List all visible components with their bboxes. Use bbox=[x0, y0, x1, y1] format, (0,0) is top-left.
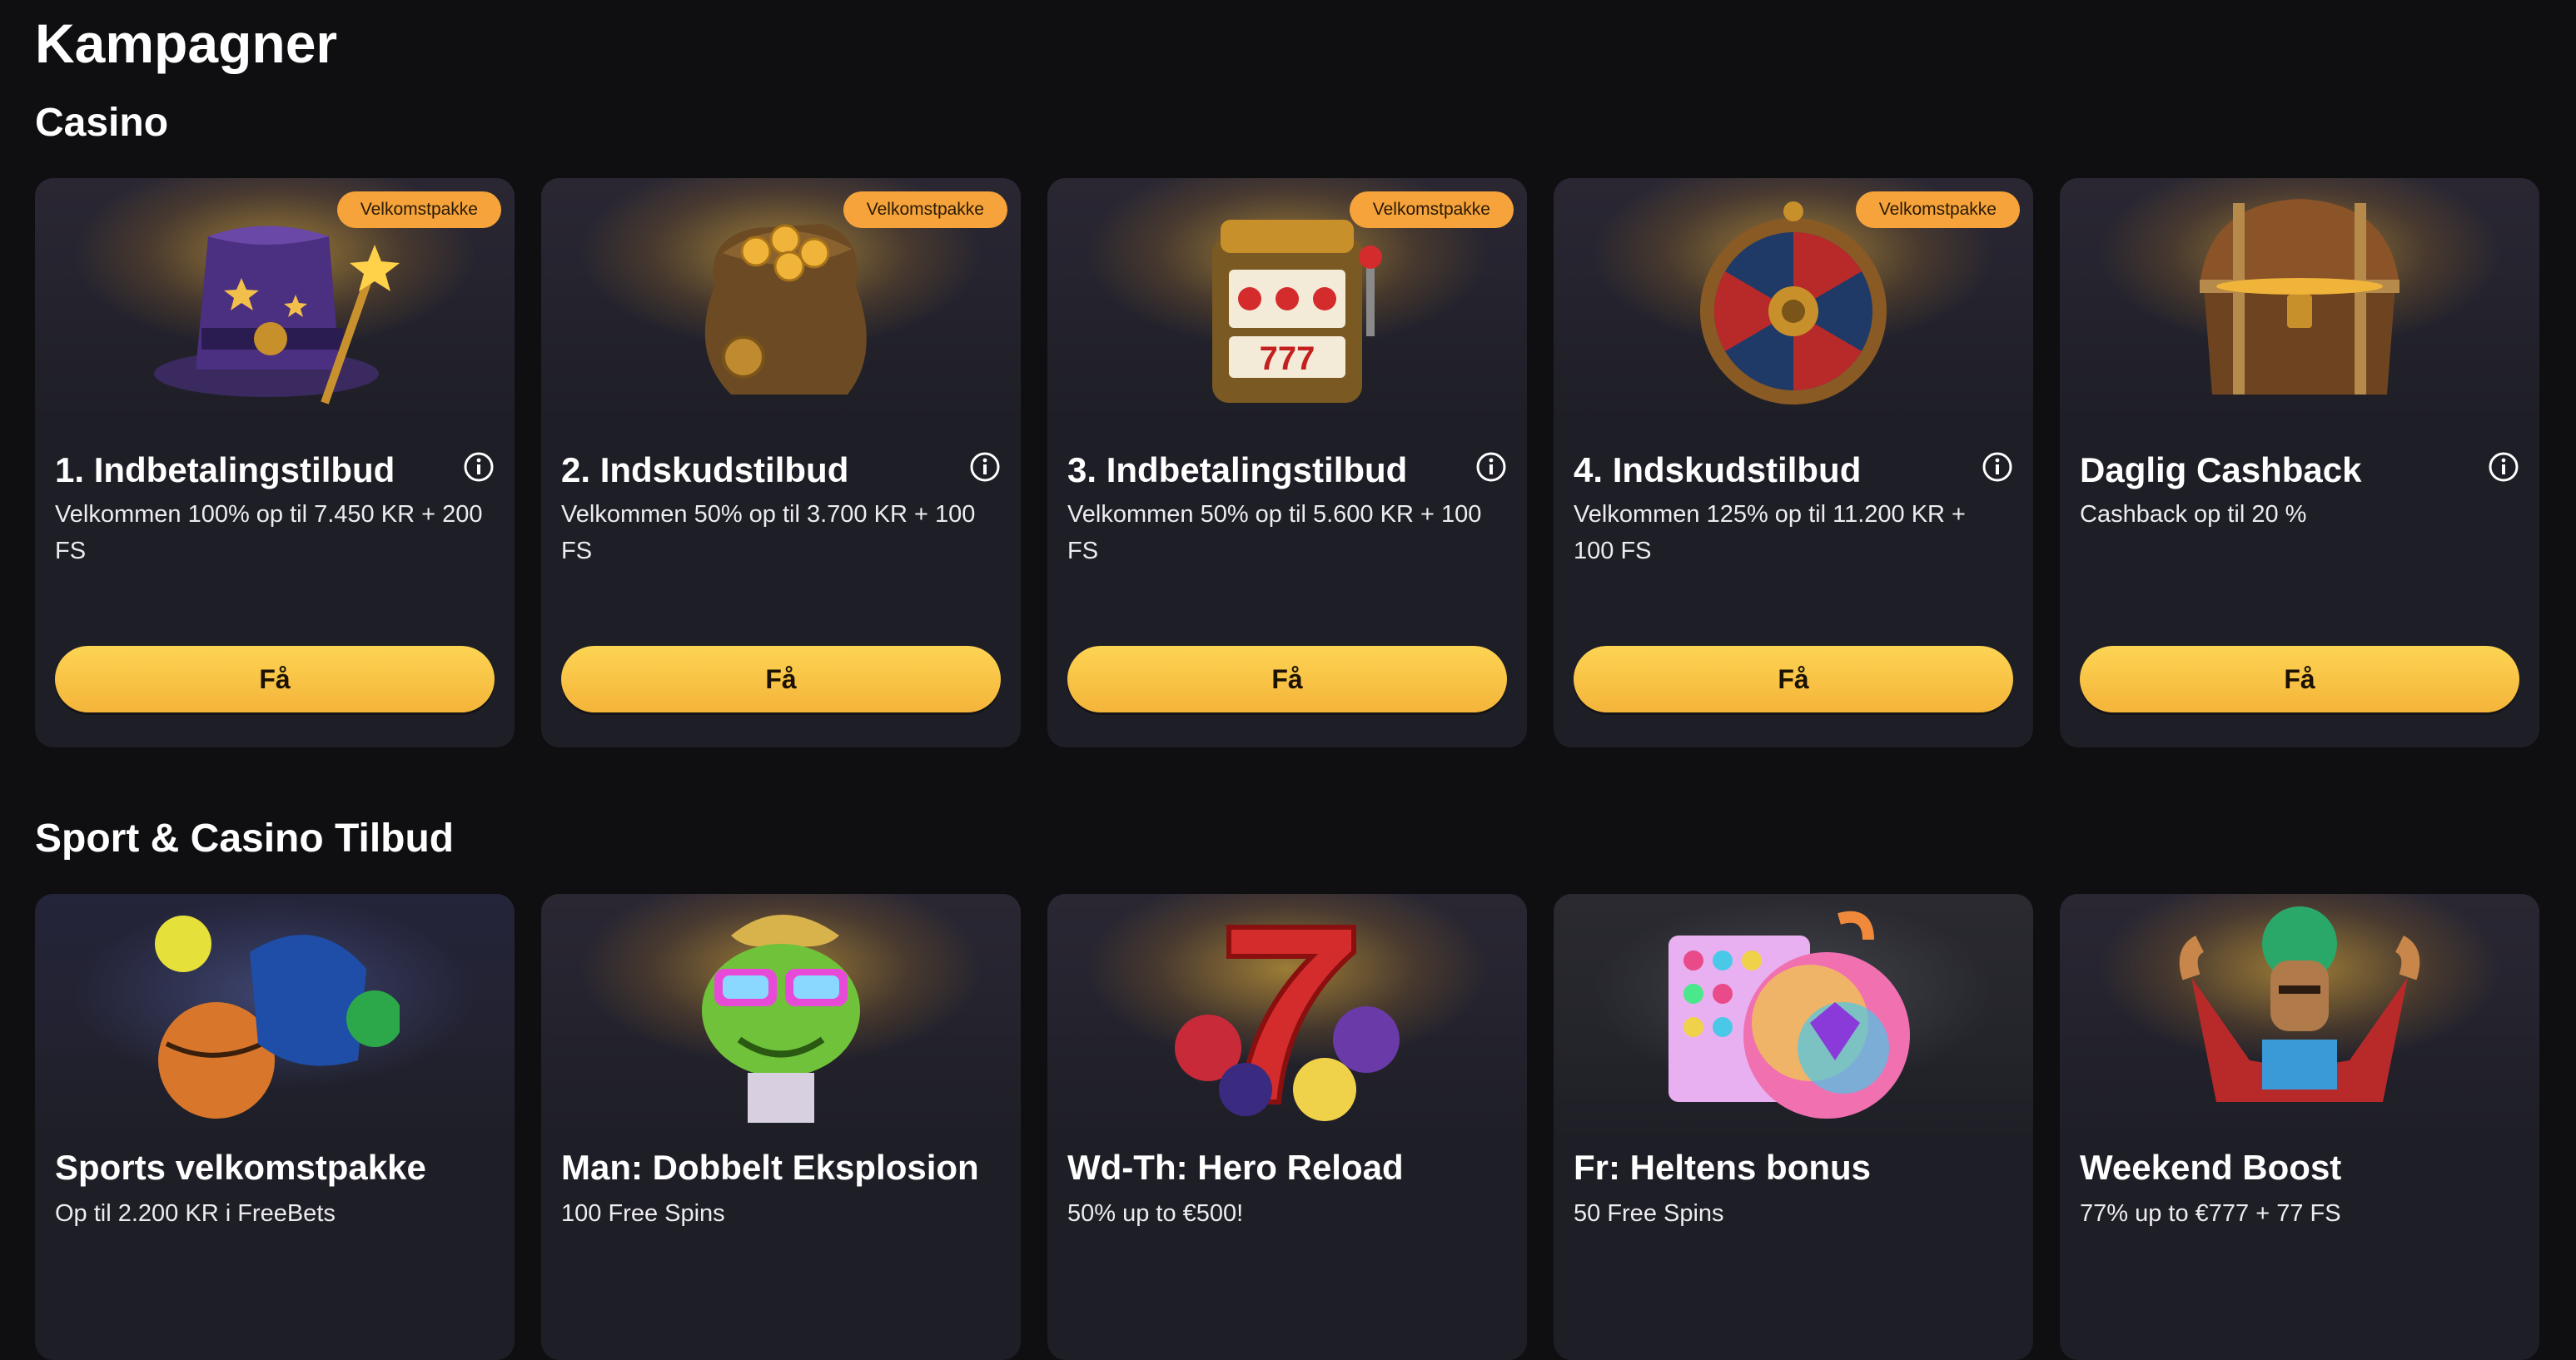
section-title-casino: Casino bbox=[35, 101, 169, 145]
promo-banner bbox=[1047, 894, 1527, 1144]
welcome-package-badge: Velkomstpakke bbox=[336, 191, 501, 228]
promo-card-friday-hero-bonus[interactable]: Fr: Heltens bonus 50 Free Spins bbox=[1554, 894, 2033, 1360]
info-icon[interactable] bbox=[1982, 451, 2013, 483]
promo-title: Daglig Cashback bbox=[2080, 450, 2362, 489]
promo-description: Velkommen 50% op til 5.600 KR + 100 FS bbox=[1067, 501, 1482, 564]
section-title-sport-casino: Sport & Casino Tilbud bbox=[35, 816, 455, 861]
promo-banner bbox=[541, 894, 1021, 1144]
info-icon[interactable] bbox=[969, 451, 1001, 483]
page-title: Kampagner bbox=[35, 12, 338, 74]
promo-card-deposit-3[interactable]: 777 Velkomstpakke 3. Indbetalingstilbud … bbox=[1047, 178, 1527, 747]
frog-character-icon bbox=[702, 915, 860, 1123]
welcome-package-badge: Velkomstpakke bbox=[843, 191, 1007, 228]
sports-balls-icon bbox=[155, 916, 400, 1119]
promo-card-daily-cashback[interactable]: Daglig Cashback Cashback op til 20 % Få bbox=[2060, 178, 2539, 747]
treasure-chest-icon bbox=[2200, 199, 2399, 395]
promo-title: 3. Indbetalingstilbud bbox=[1067, 450, 1408, 489]
promo-card-weekend-boost[interactable]: Weekend Boost 77% up to €777 + 77 FS bbox=[2060, 894, 2539, 1360]
promo-description: 50% up to €500! bbox=[1067, 1200, 1244, 1227]
promo-banner: Velkomstpakke bbox=[541, 178, 1021, 428]
promo-title: Man: Dobbelt Eksplosion bbox=[561, 1148, 979, 1187]
promo-description: Cashback op til 20 % bbox=[2080, 501, 2307, 528]
welcome-package-badge: Velkomstpakke bbox=[1855, 191, 2020, 228]
promo-card-hero-reload[interactable]: Wd-Th: Hero Reload 50% up to €500! bbox=[1047, 894, 1527, 1360]
info-icon[interactable] bbox=[1475, 451, 1507, 483]
promo-description: Velkommen 125% op til 11.200 KR + 100 FS bbox=[1574, 501, 1966, 564]
info-icon[interactable] bbox=[463, 451, 495, 483]
promo-title: Fr: Heltens bonus bbox=[1574, 1148, 1872, 1187]
promo-title: 2. Indskudstilbud bbox=[561, 450, 849, 489]
promo-banner bbox=[2060, 178, 2539, 428]
get-bonus-button[interactable]: Få bbox=[1574, 646, 2013, 712]
promo-description: Op til 2.200 KR i FreeBets bbox=[55, 1200, 336, 1227]
get-bonus-button[interactable]: Få bbox=[1067, 646, 1507, 712]
promo-description: 50 Free Spins bbox=[1574, 1200, 1724, 1227]
promo-card-sports-welcome[interactable]: Sports velkomstpakke Op til 2.200 KR i F… bbox=[35, 894, 515, 1360]
promo-description: 100 Free Spins bbox=[561, 1200, 725, 1227]
promo-description: 77% up to €777 + 77 FS bbox=[2080, 1200, 2341, 1227]
get-bonus-button[interactable]: Få bbox=[55, 646, 495, 712]
promo-banner bbox=[35, 894, 515, 1144]
promo-card-deposit-1[interactable]: Velkomstpakke 1. Indbetalingstilbud Velk… bbox=[35, 178, 515, 747]
promo-banner bbox=[2060, 894, 2539, 1144]
promo-card-monday-double-explosion[interactable]: Man: Dobbelt Eksplosion 100 Free Spins bbox=[541, 894, 1021, 1360]
lucky-seven-icon bbox=[1175, 925, 1400, 1121]
candy-gems-icon bbox=[1668, 911, 1910, 1119]
promo-card-deposit-4[interactable]: Velkomstpakke 4. Indskudstilbud Velkomme… bbox=[1554, 178, 2033, 747]
promo-title: Wd-Th: Hero Reload bbox=[1067, 1148, 1404, 1187]
promo-description: Velkommen 100% op til 7.450 KR + 200 FS bbox=[55, 501, 483, 564]
promo-banner: Velkomstpakke bbox=[1554, 178, 2033, 428]
casino-promotions-grid: Velkomstpakke 1. Indbetalingstilbud Velk… bbox=[35, 178, 2539, 747]
welcome-package-badge: Velkomstpakke bbox=[1349, 191, 1514, 228]
promo-banner: Velkomstpakke bbox=[35, 178, 515, 428]
get-bonus-button[interactable]: Få bbox=[2080, 646, 2519, 712]
svg-text:777: 777 bbox=[1260, 340, 1315, 377]
get-bonus-button[interactable]: Få bbox=[561, 646, 1001, 712]
sport-casino-promotions-grid: Sports velkomstpakke Op til 2.200 KR i F… bbox=[35, 894, 2539, 1360]
info-icon[interactable] bbox=[2488, 451, 2519, 483]
aztec-warrior-icon bbox=[2179, 906, 2420, 1102]
promo-banner bbox=[1554, 894, 2033, 1144]
promo-title: 4. Indskudstilbud bbox=[1574, 450, 1862, 489]
promo-description: Velkommen 50% op til 3.700 KR + 100 FS bbox=[561, 501, 976, 564]
promo-banner: 777 Velkomstpakke bbox=[1047, 178, 1527, 428]
promo-title: Weekend Boost bbox=[2080, 1148, 2342, 1187]
promo-title: 1. Indbetalingstilbud bbox=[55, 450, 395, 489]
promo-title: Sports velkomstpakke bbox=[55, 1148, 426, 1187]
promo-card-deposit-2[interactable]: Velkomstpakke 2. Indskudstilbud Velkomme… bbox=[541, 178, 1021, 747]
